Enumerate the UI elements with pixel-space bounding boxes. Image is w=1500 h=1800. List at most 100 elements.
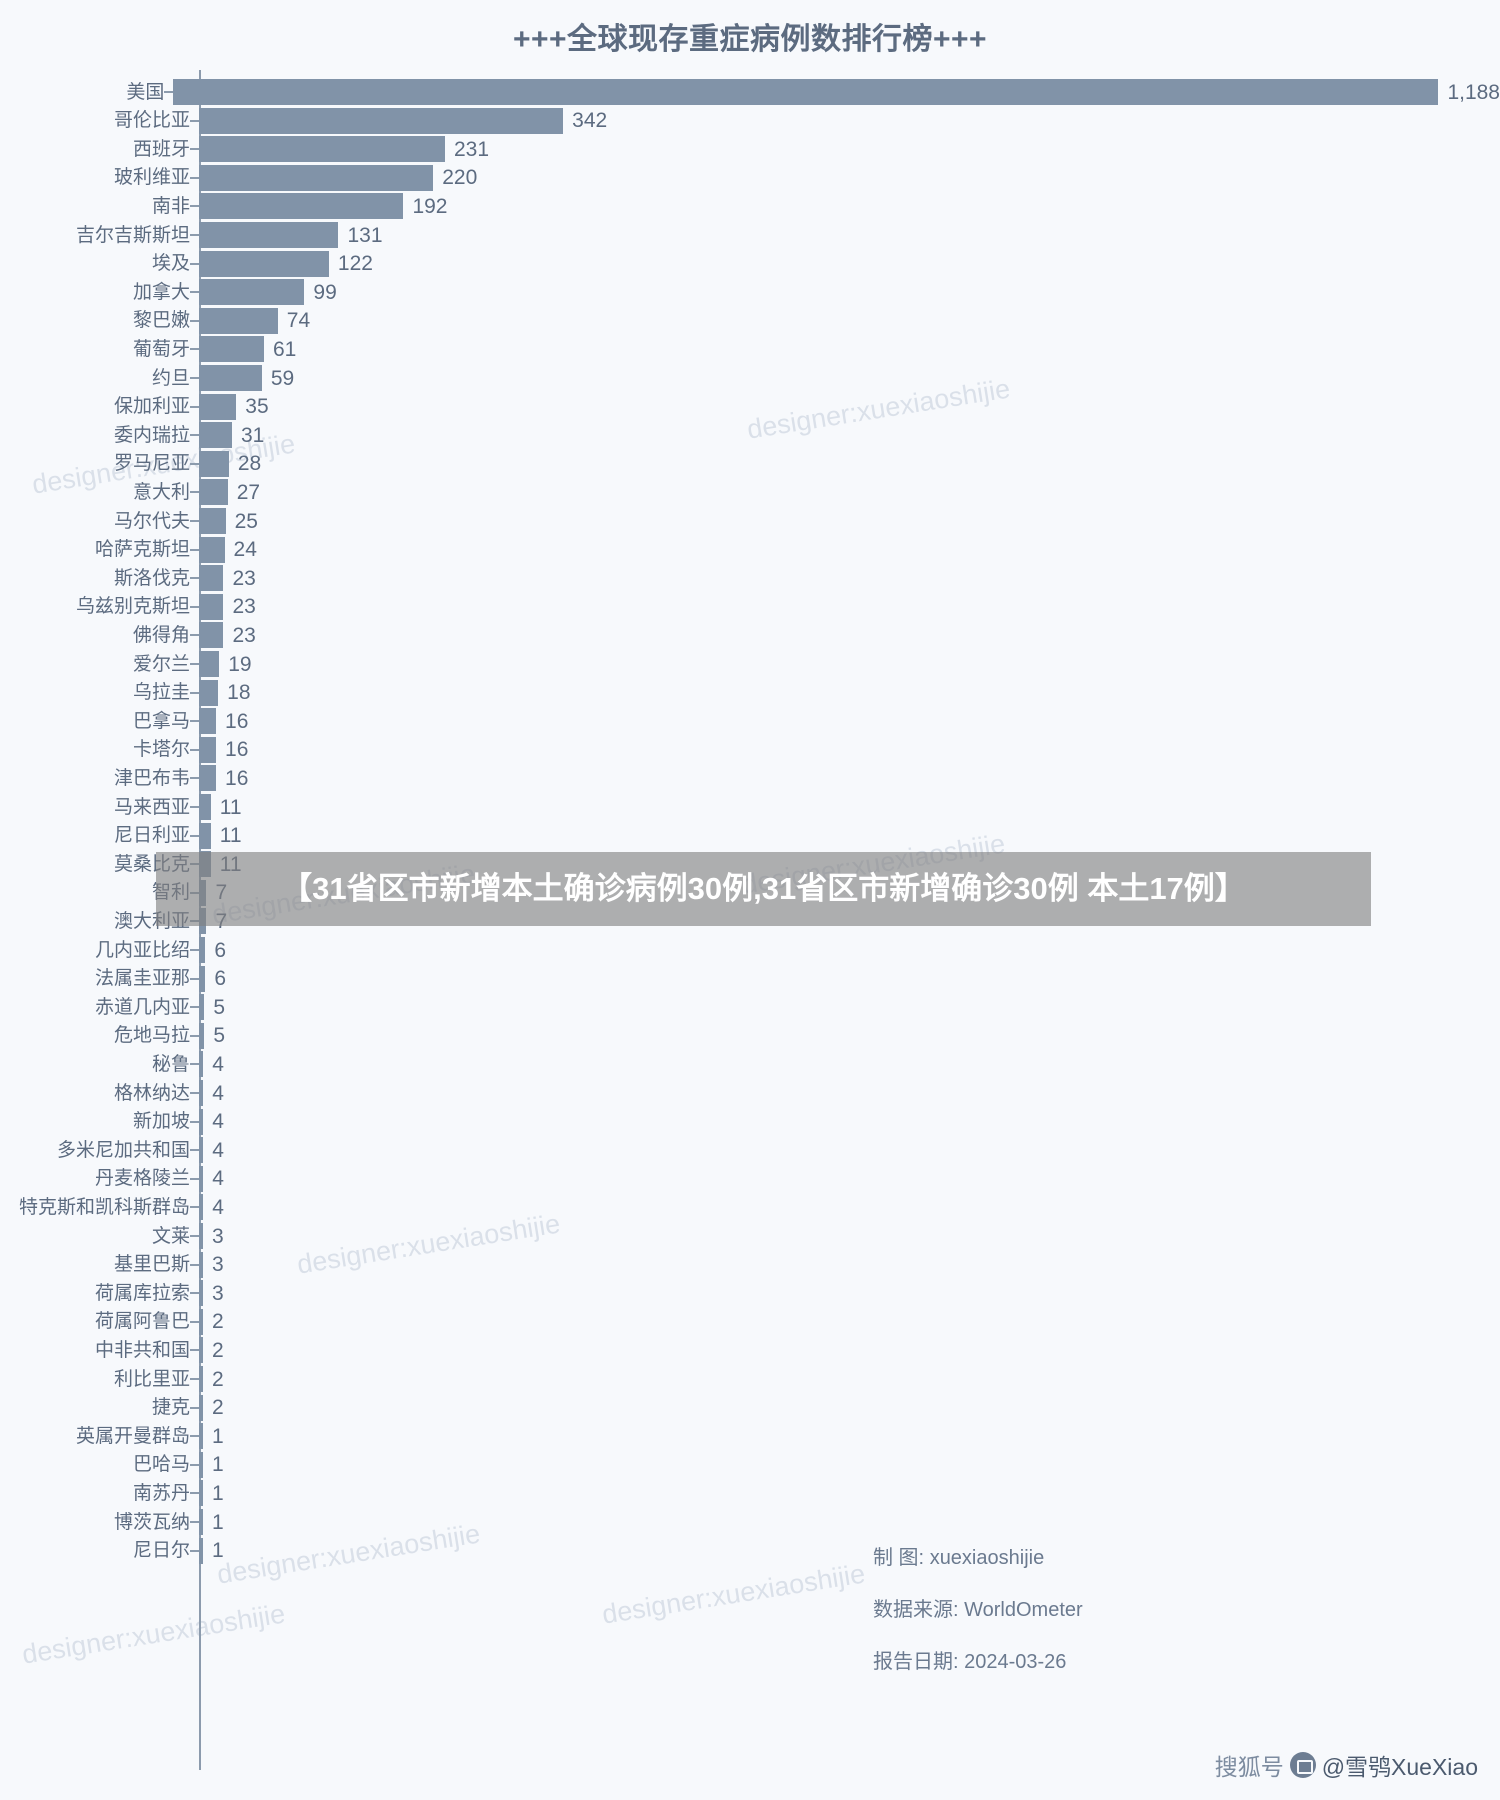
bar-category-label: 西班牙	[132, 138, 190, 160]
bar-row: 哈萨克斯坦 24	[0, 534, 1500, 566]
bar-row: 乌兹别克斯坦 23	[0, 591, 1500, 623]
bar-value-label: 1,188	[1447, 80, 1500, 104]
bar-value-label: 2	[212, 1367, 224, 1391]
bar-row: 利比里亚 2	[0, 1363, 1500, 1395]
bar-row: 西班牙 231	[0, 133, 1500, 165]
axis-tick	[190, 205, 199, 208]
bar-value-label: 3	[212, 1281, 224, 1305]
axis-tick	[190, 1263, 199, 1266]
axis-tick	[190, 1463, 199, 1466]
bar-value-label: 131	[347, 223, 383, 247]
bar-row: 新加坡 4	[0, 1106, 1500, 1138]
bar-value-label: 4	[212, 1052, 224, 1076]
bar-category-label: 津巴布韦	[113, 767, 190, 789]
bar-category-label: 特克斯和凯科斯群岛	[18, 1196, 190, 1218]
bar-category-label: 多米尼加共和国	[56, 1139, 190, 1161]
bar	[199, 651, 220, 677]
bar	[199, 822, 211, 849]
chart-credits: 制 图: xuexiaoshijie 数据来源: WorldOmeter 报告日…	[873, 1548, 1083, 1704]
bar-row: 尼日尔 1	[0, 1535, 1500, 1567]
bar-category-label: 吉尔吉斯斯坦	[75, 224, 190, 246]
bar-category-label: 尼日利亚	[113, 825, 190, 847]
bar-value-label: 1	[212, 1510, 224, 1534]
bar-row: 法属圭亚那 6	[0, 963, 1500, 995]
bar-row: 玻利维亚 220	[0, 162, 1500, 194]
bar	[199, 193, 404, 220]
bar	[199, 736, 217, 763]
axis-tick	[190, 577, 199, 580]
credit-designer: 制 图: xuexiaoshijie	[873, 1548, 1083, 1568]
bar-category-label: 乌拉圭	[132, 682, 190, 704]
axis-tick	[190, 234, 199, 236]
axis-tick	[190, 1235, 199, 1237]
credit-designer-value: xuexiaoshijie	[929, 1547, 1045, 1569]
axis-tick	[190, 462, 199, 465]
bar-category-label: 玻利维亚	[113, 167, 190, 189]
bar	[199, 794, 211, 820]
bar-row: 斯洛伐克 23	[0, 562, 1500, 594]
bar-category-label: 黎巴嫩	[132, 310, 190, 332]
bar-row: 埃及 122	[0, 248, 1500, 280]
bar-row: 捷克 2	[0, 1392, 1500, 1424]
bar-category-label: 几内亚比绍	[94, 939, 190, 961]
bar-category-label: 马尔代夫	[113, 510, 190, 532]
bar-row: 意大利 27	[0, 476, 1500, 508]
bar-category-label: 捷克	[151, 1397, 190, 1419]
bar-value-label: 19	[228, 652, 252, 676]
axis-tick	[190, 1406, 199, 1409]
bar-row: 保加利亚 35	[0, 391, 1500, 423]
bar-row: 罗马尼亚 28	[0, 448, 1500, 480]
bar-row: 马来西亚 11	[0, 791, 1500, 823]
bar-row: 英属开曼群岛 1	[0, 1420, 1500, 1452]
axis-tick	[190, 1206, 199, 1209]
bar	[199, 164, 434, 191]
sohu-platform-label: 搜狐号	[1214, 1754, 1284, 1780]
bar-value-label: 3	[212, 1253, 224, 1277]
bar	[199, 536, 225, 563]
bar	[199, 765, 217, 792]
bar-chart-plot-area: 美国 1,188 哥伦比亚 342 西班牙 231 玻利维亚 220 南非 192 吉尔吉斯斯坦 13…	[0, 70, 1500, 1790]
bar	[199, 450, 229, 477]
axis-tick	[190, 319, 199, 322]
bar-category-label: 英属开曼群岛	[75, 1425, 190, 1447]
axis-tick	[190, 691, 199, 694]
axis-tick	[190, 1120, 199, 1123]
bar-value-label: 5	[213, 1024, 225, 1048]
bar-value-label: 25	[234, 509, 258, 533]
bar	[199, 622, 224, 649]
axis-tick	[190, 148, 199, 151]
bar-row: 丹麦格陵兰 4	[0, 1163, 1500, 1195]
bar-category-label: 尼日尔	[132, 1540, 190, 1562]
axis-tick	[190, 1292, 199, 1295]
sohu-account-badge: 搜狐号 @雪鸮XueXiao	[1215, 1748, 1478, 1782]
bar-row: 基里巴斯 3	[0, 1249, 1500, 1281]
bar-value-label: 27	[236, 480, 261, 504]
bar-value-label: 4	[212, 1167, 224, 1191]
bar-value-label: 4	[212, 1081, 224, 1105]
page-title: +++全球现存重症病例数排行榜+++	[512, 23, 988, 56]
bar-value-label: 16	[225, 766, 249, 790]
bar-value-label: 6	[214, 967, 227, 991]
axis-tick	[190, 748, 199, 751]
bar	[199, 508, 226, 534]
axis-tick	[190, 1435, 199, 1438]
bar-row: 博茨瓦纳 1	[0, 1506, 1500, 1538]
bar-category-label: 意大利	[132, 481, 190, 503]
bar	[199, 336, 264, 363]
axis-tick	[190, 434, 199, 437]
axis-tick	[190, 1349, 199, 1352]
bar-category-label: 乌兹别克斯坦	[75, 596, 190, 618]
axis-tick	[190, 720, 199, 723]
axis-tick	[190, 291, 199, 294]
axis-tick	[190, 1006, 199, 1009]
axis-tick	[164, 91, 174, 93]
bar-category-label: 佛得角	[132, 624, 190, 646]
bar-value-label: 4	[212, 1138, 224, 1162]
axis-tick	[190, 1549, 199, 1552]
bar-row: 委内瑞拉 31	[0, 419, 1500, 451]
bar-value-label: 3	[212, 1224, 224, 1248]
axis-tick	[190, 491, 199, 494]
bar-value-label: 11	[219, 795, 242, 819]
overlay-banner: 【31省区市新增本土确诊病例30例,31省区市新增确诊30例 本土17例】	[156, 852, 1371, 926]
bar-row: 黎巴嫩 74	[0, 305, 1500, 337]
